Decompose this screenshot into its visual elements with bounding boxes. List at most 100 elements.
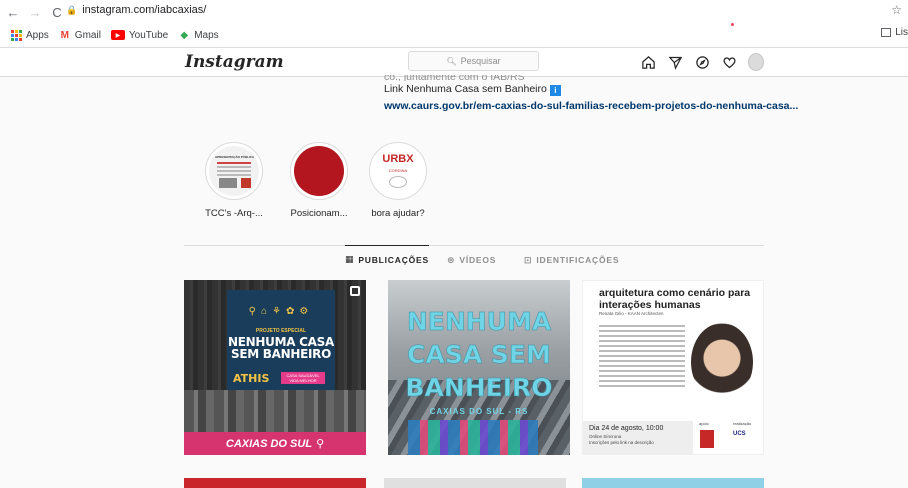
story-highlight[interactable]: APRESENTAÇÃO PÚBLICA TCC's -Arq-... [196, 142, 272, 219]
tab-label: IDENTIFICAÇÕES [536, 255, 620, 265]
ucs-logo: UCS [733, 431, 746, 437]
forward-arrow-icon[interactable]: → [26, 3, 44, 21]
post-title-line: CASA SEM [407, 340, 551, 369]
bio-website-link[interactable]: www.caurs.gov.br/em-caxias-do-sul-famili… [384, 98, 798, 115]
highlight-graphic [219, 178, 237, 188]
avatar [748, 53, 764, 71]
browser-chrome: ← → C 🔒 instagram.com/iabcaxias/ ☆ Apps … [0, 0, 908, 48]
athis-logo: ATHIS [233, 372, 270, 385]
carousel-icon [350, 286, 360, 296]
search-input[interactable]: 🔍︎ Pesquisar [408, 51, 539, 71]
post-city: CAXIAS DO SUL [225, 437, 313, 450]
highlight-cover [290, 142, 348, 200]
invite-label: realização [733, 421, 752, 426]
highlight-image: URBX CORDINA [373, 146, 423, 196]
highlight-label: TCC's -Arq-... [205, 208, 263, 219]
post-thumbnail[interactable]: arquitetura como cenário para interações… [582, 280, 764, 455]
bookmark-apps[interactable]: Apps [10, 29, 49, 41]
direct-send-icon[interactable] [667, 53, 683, 71]
profile-bio: co., juntamente com o IAB/RS Link Nenhum… [384, 75, 798, 115]
header-nav-icons [640, 53, 764, 71]
heart-activity-icon[interactable] [721, 53, 737, 71]
tab-publicacoes[interactable]: ▦ PUBLICAÇÕES [345, 245, 429, 273]
address-bar[interactable]: 🔒 instagram.com/iabcaxias/ [66, 4, 206, 16]
address-text: instagram.com/iabcaxias/ [82, 4, 207, 16]
iab-logo [700, 430, 714, 448]
highlight-image: APRESENTAÇÃO PÚBLICA [209, 146, 259, 196]
event-date-box: Dia 24 de agosto, 10:00 Online Síncrona … [583, 421, 693, 454]
highlight-label: Posicionam... [290, 208, 348, 219]
instagram-logo[interactable]: Instagram [185, 52, 284, 72]
post-project-label: PROJETO ESPECIAL [255, 328, 307, 334]
highlight-label: bora ajudar? [371, 208, 425, 219]
search-placeholder: Pesquisar [460, 56, 501, 66]
bookmark-label: Gmail [74, 29, 101, 41]
bookmark-label: YouTube [128, 29, 169, 41]
post-houses-photo [184, 390, 366, 435]
bookmark-star-icon[interactable]: ☆ [891, 3, 902, 17]
speaker-photo [691, 323, 753, 401]
lock-icon: 🔒 [66, 4, 78, 15]
profile-avatar-icon[interactable] [748, 53, 764, 71]
highlight-cover: APRESENTAÇÃO PÚBLICA [205, 142, 263, 200]
event-signup: Inscrições pelo link na descrição [589, 440, 654, 445]
tagged-icon: ⊡ [524, 254, 533, 265]
post-city-band: CAXIAS DO SUL ⚲ [184, 432, 366, 455]
post-title-line: NENHUMA [406, 307, 552, 336]
highlight-logo-text: URBX [382, 153, 414, 165]
highlight-image [294, 146, 344, 196]
info-emoji-icon: i [549, 85, 561, 96]
post-title: arquitetura como cenário para interações… [599, 287, 751, 311]
home-icon[interactable] [640, 53, 656, 71]
profile-tabs: ▦ PUBLICAÇÕES ⊛ VÍDEOS ⊡ IDENTIFICAÇÕES [184, 245, 764, 273]
post-author: Renata Gilio - KAAN Architecten [599, 311, 664, 316]
post-title: NENHUMA CASA SEM BANHEIRO [228, 335, 334, 361]
reading-list[interactable]: Lis [881, 27, 908, 38]
sanitation-icons: ⚲⌂⚘✿⚙ [248, 306, 314, 317]
story-highlight[interactable]: Posicionam... [281, 142, 357, 219]
post-card: ⚲⌂⚘✿⚙ PROJETO ESPECIAL NENHUMA CASA SEM … [227, 290, 335, 390]
reload-icon[interactable]: C [48, 3, 66, 21]
post-thumbnail[interactable]: ⚲⌂⚘✿⚙ PROJETO ESPECIAL NENHUMA CASA SEM … [184, 280, 366, 455]
post-title-line: BANHEIRO [405, 373, 553, 402]
support-label: apoio [699, 421, 709, 426]
post-tag: CASA SAUDÁVEL VIDA MELHOR [281, 372, 325, 384]
apps-grid-icon [10, 29, 22, 41]
maps-icon: ◆ [180, 29, 189, 41]
bio-line: Link Nenhuma Casa sem Banheiro i [384, 81, 798, 98]
post-laundry-photo [408, 420, 538, 455]
highlight-title: APRESENTAÇÃO PÚBLICA [215, 155, 255, 159]
bookmark-label: Apps [26, 29, 49, 41]
post-body-text [599, 325, 685, 390]
gmail-icon: M [60, 29, 69, 41]
explore-compass-icon[interactable] [694, 53, 710, 71]
bookmark-label: Maps [194, 29, 219, 41]
highlight-cover: URBX CORDINA [369, 142, 427, 200]
tab-label: VÍDEOS [459, 255, 497, 265]
bookmark-gmail[interactable]: M Gmail [59, 29, 101, 41]
post-thumbnail[interactable] [184, 478, 366, 488]
tab-label: PUBLICAÇÕES [358, 254, 429, 265]
youtube-icon: ▶ [110, 30, 125, 40]
bookmarks-bar: Apps M Gmail ▶ YouTube ◆ Maps [0, 24, 908, 46]
instagram-header: Instagram 🔍︎ Pesquisar [0, 48, 908, 77]
event-date: Dia 24 de agosto, 10:00 [589, 425, 664, 432]
story-highlight[interactable]: URBX CORDINA bora ajudar? [360, 142, 436, 219]
tab-identificacoes[interactable]: ⊡ IDENTIFICAÇÕES [524, 246, 619, 274]
highlight-logo-sub: CORDINA [388, 168, 408, 173]
highlight-doc-lines [217, 162, 251, 164]
post-thumbnail[interactable] [582, 478, 764, 488]
reading-list-label: Lis [895, 27, 908, 38]
post-subtitle: CAXIAS DO SUL - RS [429, 407, 529, 416]
grid-icon: ▦ [345, 254, 355, 264]
post-thumbnail[interactable]: NENHUMA CASA SEM BANHEIRO CAXIAS DO SUL … [388, 280, 570, 455]
reading-list-icon [881, 28, 892, 37]
bookmark-maps[interactable]: ◆ Maps [178, 29, 218, 41]
post-thumbnail[interactable] [384, 478, 566, 488]
tab-videos[interactable]: ⊛ VÍDEOS [447, 246, 496, 274]
bookmark-youtube[interactable]: ▶ YouTube [110, 29, 169, 41]
highlight-red-mark [241, 178, 251, 188]
location-pin-icon: ⚲ [316, 438, 325, 450]
back-arrow-icon[interactable]: ← [4, 3, 22, 21]
notification-dot [731, 23, 734, 26]
